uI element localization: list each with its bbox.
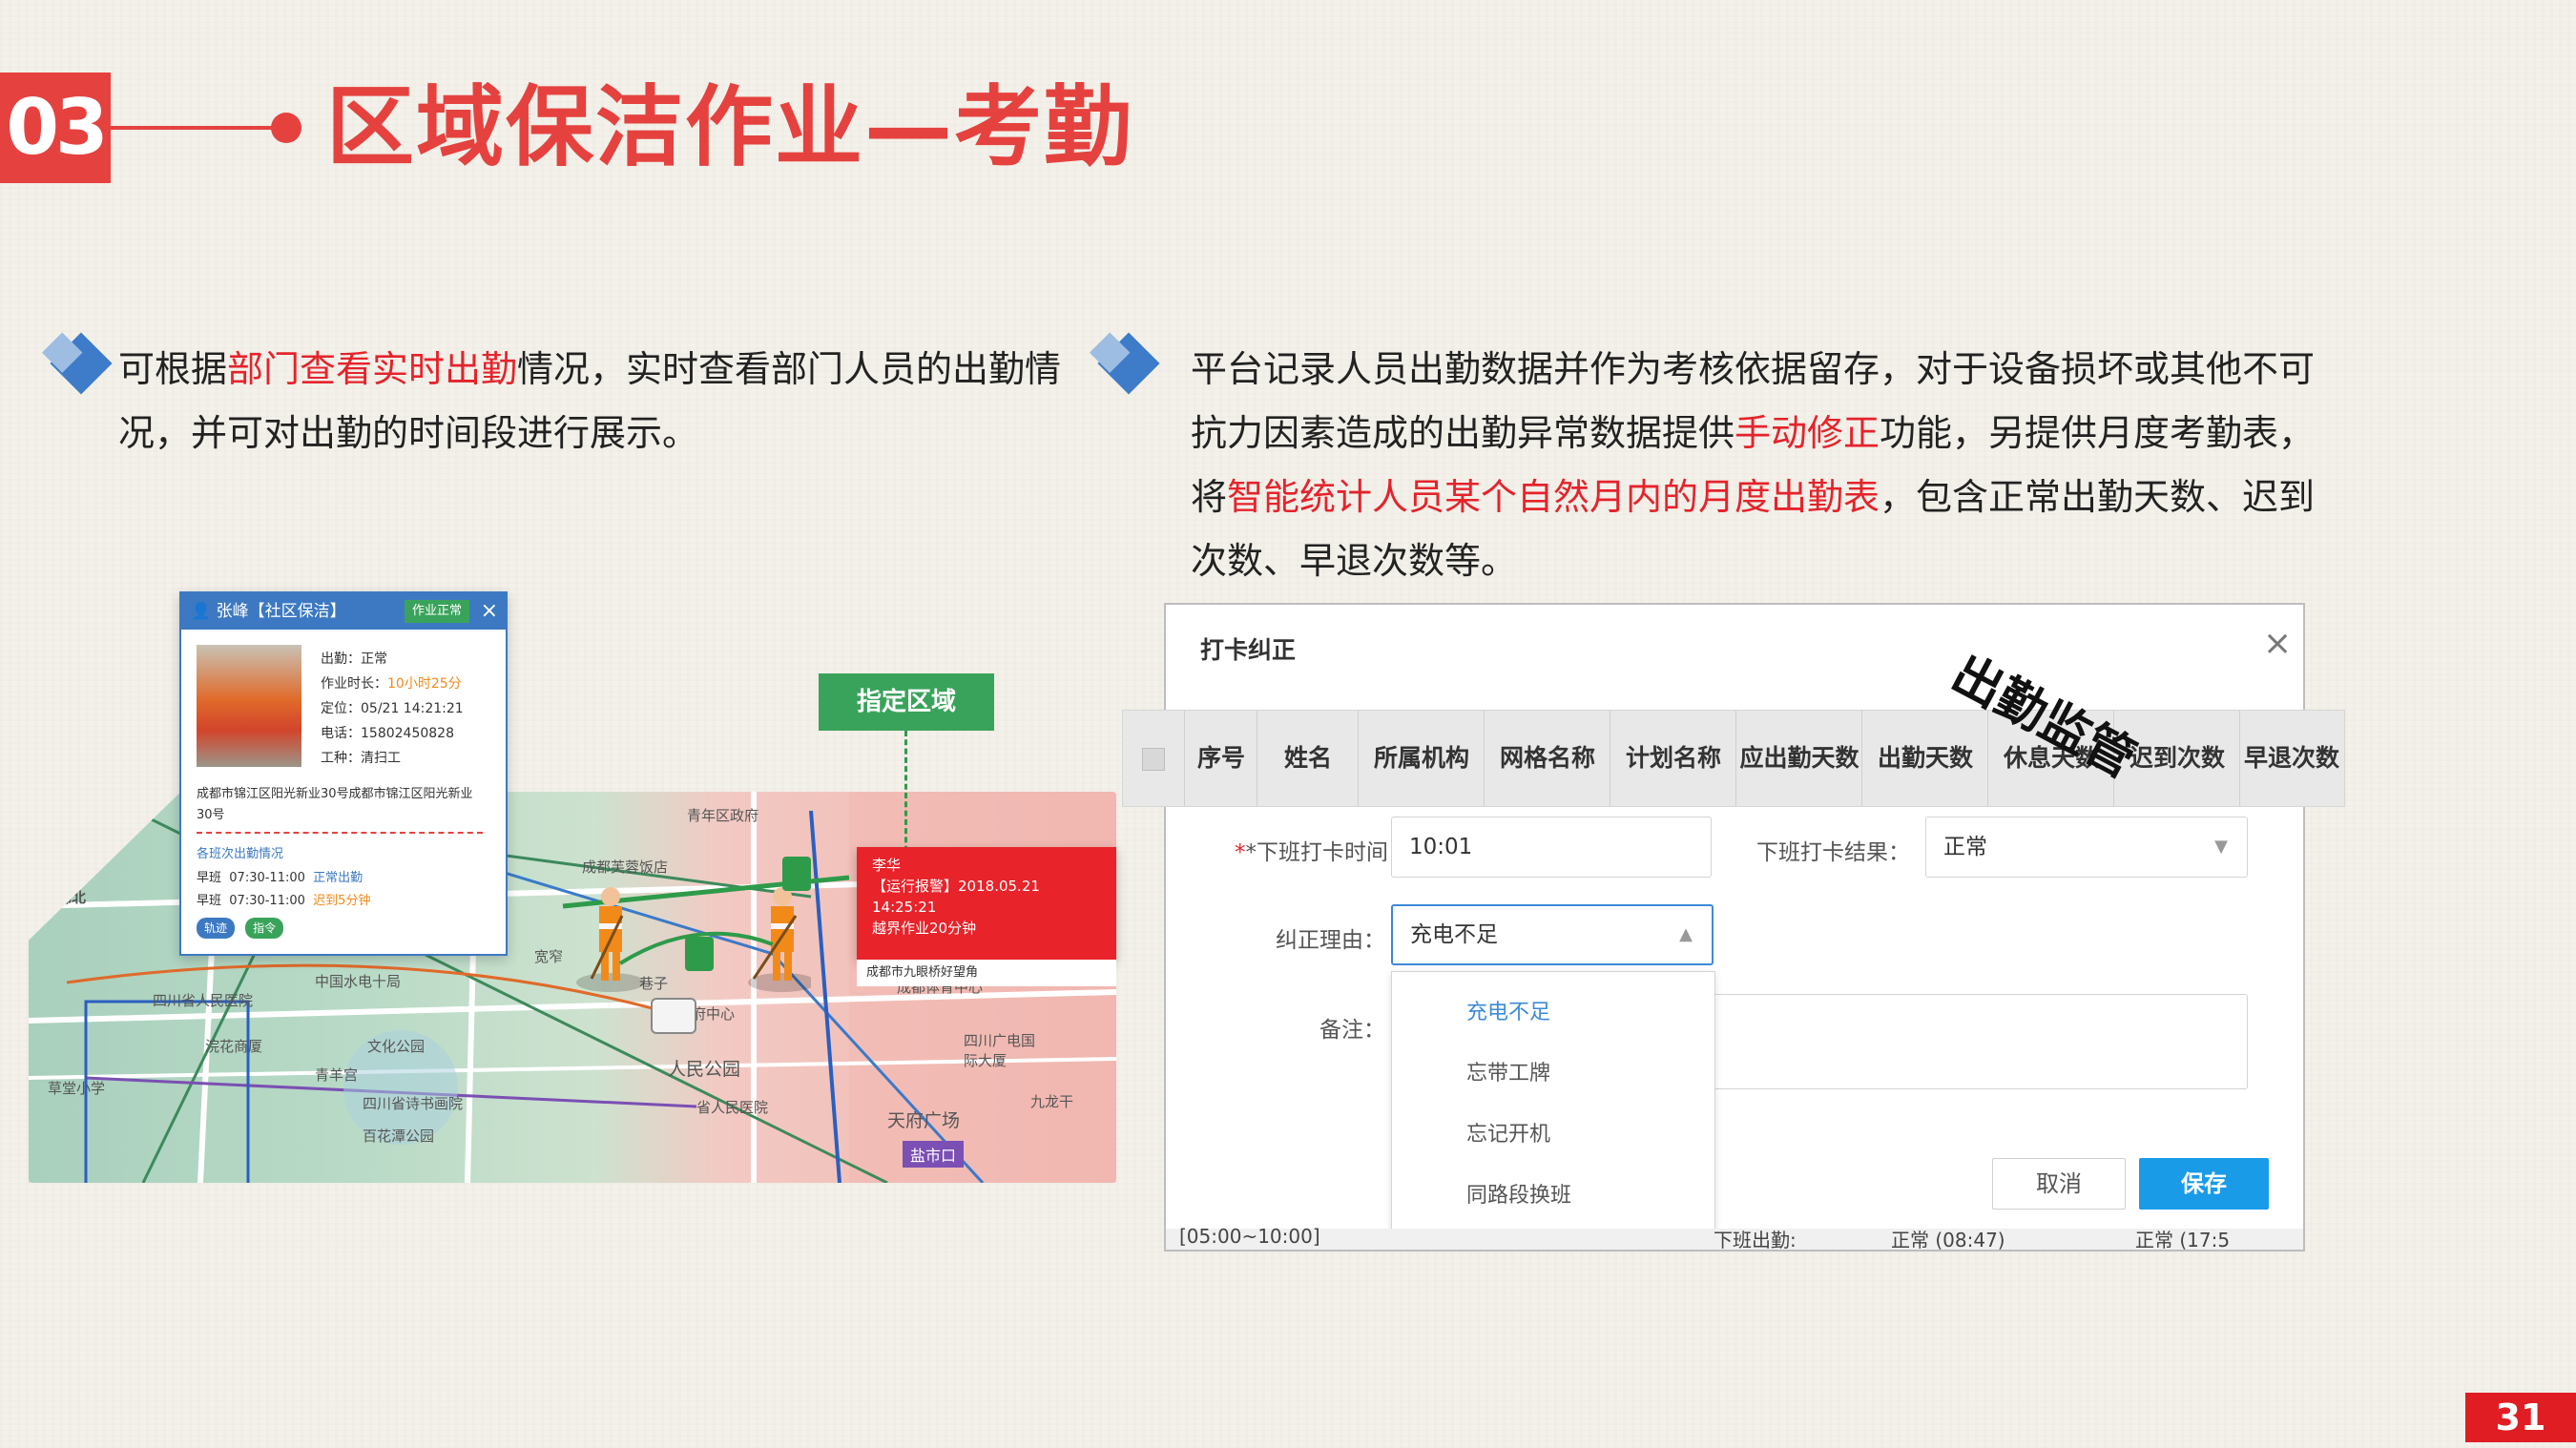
title-connector-dot <box>271 113 301 143</box>
left-line-2: 况，并可对出勤的时间段进行展示。 <box>118 412 699 454</box>
alarm-worker-name: 李华 <box>872 857 902 874</box>
option-forgot-badge[interactable]: 忘带工牌 <box>1466 1056 1550 1086</box>
column-header[interactable]: 计划名称 <box>1610 711 1736 806</box>
column-header[interactable]: 序号 <box>1184 711 1257 806</box>
left-description: 可根据部门查看实时出勤情况，实时查看部门人员的出勤情 况，并可对出勤的时间段进行… <box>118 338 1072 465</box>
alarm-line-2: 越界作业20分钟 <box>872 920 977 937</box>
map-label: 省人民医院 <box>696 1099 769 1116</box>
alarm-content: 李华 【运行报警】2018.05.21 14:25:21 越界作业20分钟 <box>857 847 1116 946</box>
right-description: 平台记录人员出勤数据并作为考核依据留存，对于设备损坏或其他不可 抗力因素造成的出… <box>1191 338 2431 593</box>
shift-row: 早班 07:30-11:00 迟到5分钟 <box>197 894 371 908</box>
column-header[interactable]: 姓名 <box>1257 711 1359 806</box>
alarm-location: 成都市九眼桥好望角 <box>857 960 1116 986</box>
worker-details: 出勤：正常 作业时长：10小时25分 定位：05/21 14:21:21 电话：… <box>321 647 464 771</box>
attendance-table-header: 序号 姓名 所属机构 网格名称 计划名称 应出勤天数 出勤天数 休息天数 迟到次… <box>1122 710 2345 807</box>
chevron-down-icon: ▼ <box>2214 837 2228 857</box>
command-button[interactable]: 指令 <box>245 918 284 939</box>
alarm-popup[interactable]: 李华 【运行报警】2018.05.21 14:25:21 越界作业20分钟 成都… <box>857 847 1116 986</box>
offduty-time-input[interactable]: 10:01 <box>1391 817 1712 878</box>
attendance-status: 出勤：正常 <box>321 652 387 667</box>
option-shift-swap[interactable]: 同路段换班 <box>1466 1178 1571 1209</box>
offduty-time-label: **下班打卡时间： <box>1235 840 1410 865</box>
map-label: 文化公园 <box>367 1038 426 1055</box>
left-highlight: 部门查看实时出勤 <box>227 348 518 390</box>
left-line-1: 可根据部门查看实时出勤情况，实时查看部门人员的出勤情 <box>118 348 1062 390</box>
sweeper-vehicle-icon <box>651 998 696 1034</box>
option-low-battery[interactable]: 充电不足 <box>1466 995 1550 1025</box>
attendance-map: 青年区政府 成都芙蓉饭店 宽窄 巷子 中国水电十局 成都体育中心 四川省人民医院… <box>29 591 1116 1183</box>
select-all-checkbox[interactable] <box>1123 711 1184 806</box>
worker-card-header: 👤 张峰【社区保洁】 作业正常 × <box>181 593 506 630</box>
column-header[interactable]: 网格名称 <box>1484 711 1610 806</box>
card-actions: 轨迹 指令 <box>197 918 289 939</box>
phone-number: 电话：15802450828 <box>321 726 454 741</box>
right-line-4: 次数、早退次数等。 <box>1191 540 1518 582</box>
alarm-line-1: 【运行报警】2018.05.21 14:25:21 <box>872 878 1040 916</box>
attendance-correction-dialog[interactable]: 打卡纠正 × **下班打卡时间： 10:01 下班打卡结果： 正常 ▼ 纠正理由… <box>1166 605 2303 1250</box>
workers-illustration <box>576 887 811 992</box>
map-label: 草堂小学 <box>48 1080 106 1097</box>
option-forgot-power-on[interactable]: 忘记开机 <box>1466 1117 1550 1148</box>
page-title: 区域保洁作业—考勤 <box>326 76 1134 178</box>
map-label: 人民公园 <box>668 1059 741 1080</box>
cancel-button[interactable]: 取消 <box>1992 1158 2126 1210</box>
reason-select[interactable]: 充电不足 ▲ <box>1391 904 1714 965</box>
close-icon[interactable]: × <box>2263 624 2292 663</box>
save-button[interactable]: 保存 <box>2139 1158 2269 1210</box>
right-line-3: 将智能统计人员某个自然月内的月度出勤表，包含正常出勤天数、迟到 <box>1191 476 2316 518</box>
map-label: 青羊宫 <box>315 1066 359 1084</box>
designated-area-tag[interactable]: 指定区域 <box>819 673 994 731</box>
shift-row: 早班 07:30-11:00 正常出勤 <box>197 871 364 885</box>
right-line-2: 抗力因素造成的出勤异常数据提供手动修正功能，另提供月度考勤表， <box>1191 412 2316 454</box>
column-header[interactable]: 所属机构 <box>1358 711 1485 806</box>
map-label-badge: 盐市口 <box>903 1141 965 1168</box>
map-label: 中国水电十局 <box>315 973 402 990</box>
map-label: 百花潭公园 <box>363 1127 435 1145</box>
right-line-1: 平台记录人员出勤数据并作为考核依据留存，对于设备损坏或其他不可 <box>1191 348 2316 390</box>
job-type: 工种：清扫工 <box>321 751 401 766</box>
dialog-title: 打卡纠正 <box>1200 636 1297 664</box>
worker-name: 张峰【社区保洁】 <box>216 602 346 621</box>
map-label: 青年区政府 <box>687 807 759 824</box>
map-label: 宽窄 <box>534 948 564 965</box>
map-label: 四川省诗书画院 <box>363 1095 464 1112</box>
title-connector-line <box>111 126 282 130</box>
user-icon: 👤 <box>191 602 212 621</box>
chevron-up-icon: ▲ <box>1679 924 1693 944</box>
column-header[interactable]: 早退次数 <box>2239 711 2343 806</box>
map-label: 锦北 <box>57 889 87 906</box>
reason-dropdown-menu: 充电不足 忘带工牌 忘记开机 同路段换班 <box>1391 971 1715 1250</box>
right-highlight-2: 智能统计人员某个自然月内的月度出勤表 <box>1227 476 1880 518</box>
column-header[interactable]: 出勤天数 <box>1861 711 1988 806</box>
offduty-result-label: 下班打卡结果： <box>1756 840 1910 865</box>
location-time: 定位：05/21 14:21:21 <box>321 701 464 716</box>
map-label: 浣花商厦 <box>205 1038 263 1055</box>
column-header[interactable]: 应出勤天数 <box>1735 711 1862 806</box>
offduty-result-select[interactable]: 正常 ▼ <box>1925 817 2248 878</box>
right-highlight-1: 手动修正 <box>1735 412 1880 454</box>
worker-photo <box>197 645 301 767</box>
reason-label: 纠正理由： <box>1276 928 1385 953</box>
status-badge: 作业正常 <box>404 600 469 623</box>
worker-info-card[interactable]: 👤 张峰【社区保洁】 作业正常 × 出勤：正常 作业时长：10小时25分 定位：… <box>179 591 508 956</box>
close-icon[interactable]: × <box>481 593 498 630</box>
page-number: 31 <box>2465 1393 2576 1442</box>
map-label: 天府广场 <box>887 1110 961 1131</box>
trash-bin-icon <box>782 857 811 891</box>
area-tag-pointer <box>904 731 907 860</box>
bullet-diamond-icon <box>1097 332 1160 395</box>
shifts-title: 各班次出勤情况 <box>197 847 284 861</box>
work-duration: 作业时长：10小时25分 <box>321 676 462 692</box>
worker-address: 成都市锦江区阳光新业30号成都市锦江区阳光新业30号 <box>197 784 483 834</box>
background-table-row: [05:00~10:00] 下班出勤: 正常 (08:47) 正常 (17:5 <box>1166 1225 2303 1250</box>
trash-bin-icon <box>685 937 714 971</box>
section-number: 03 <box>0 72 111 183</box>
remark-label: 备注： <box>1319 1018 1385 1043</box>
remark-textarea[interactable] <box>1710 994 2248 1089</box>
bullet-diamond-icon <box>50 332 113 395</box>
map-label: 四川广电国际大厦 <box>964 1032 1036 1069</box>
track-button[interactable]: 轨迹 <box>197 918 236 939</box>
map-label: 九龙干 <box>1030 1093 1074 1110</box>
map-label: 四川省人民医院 <box>153 992 254 1009</box>
